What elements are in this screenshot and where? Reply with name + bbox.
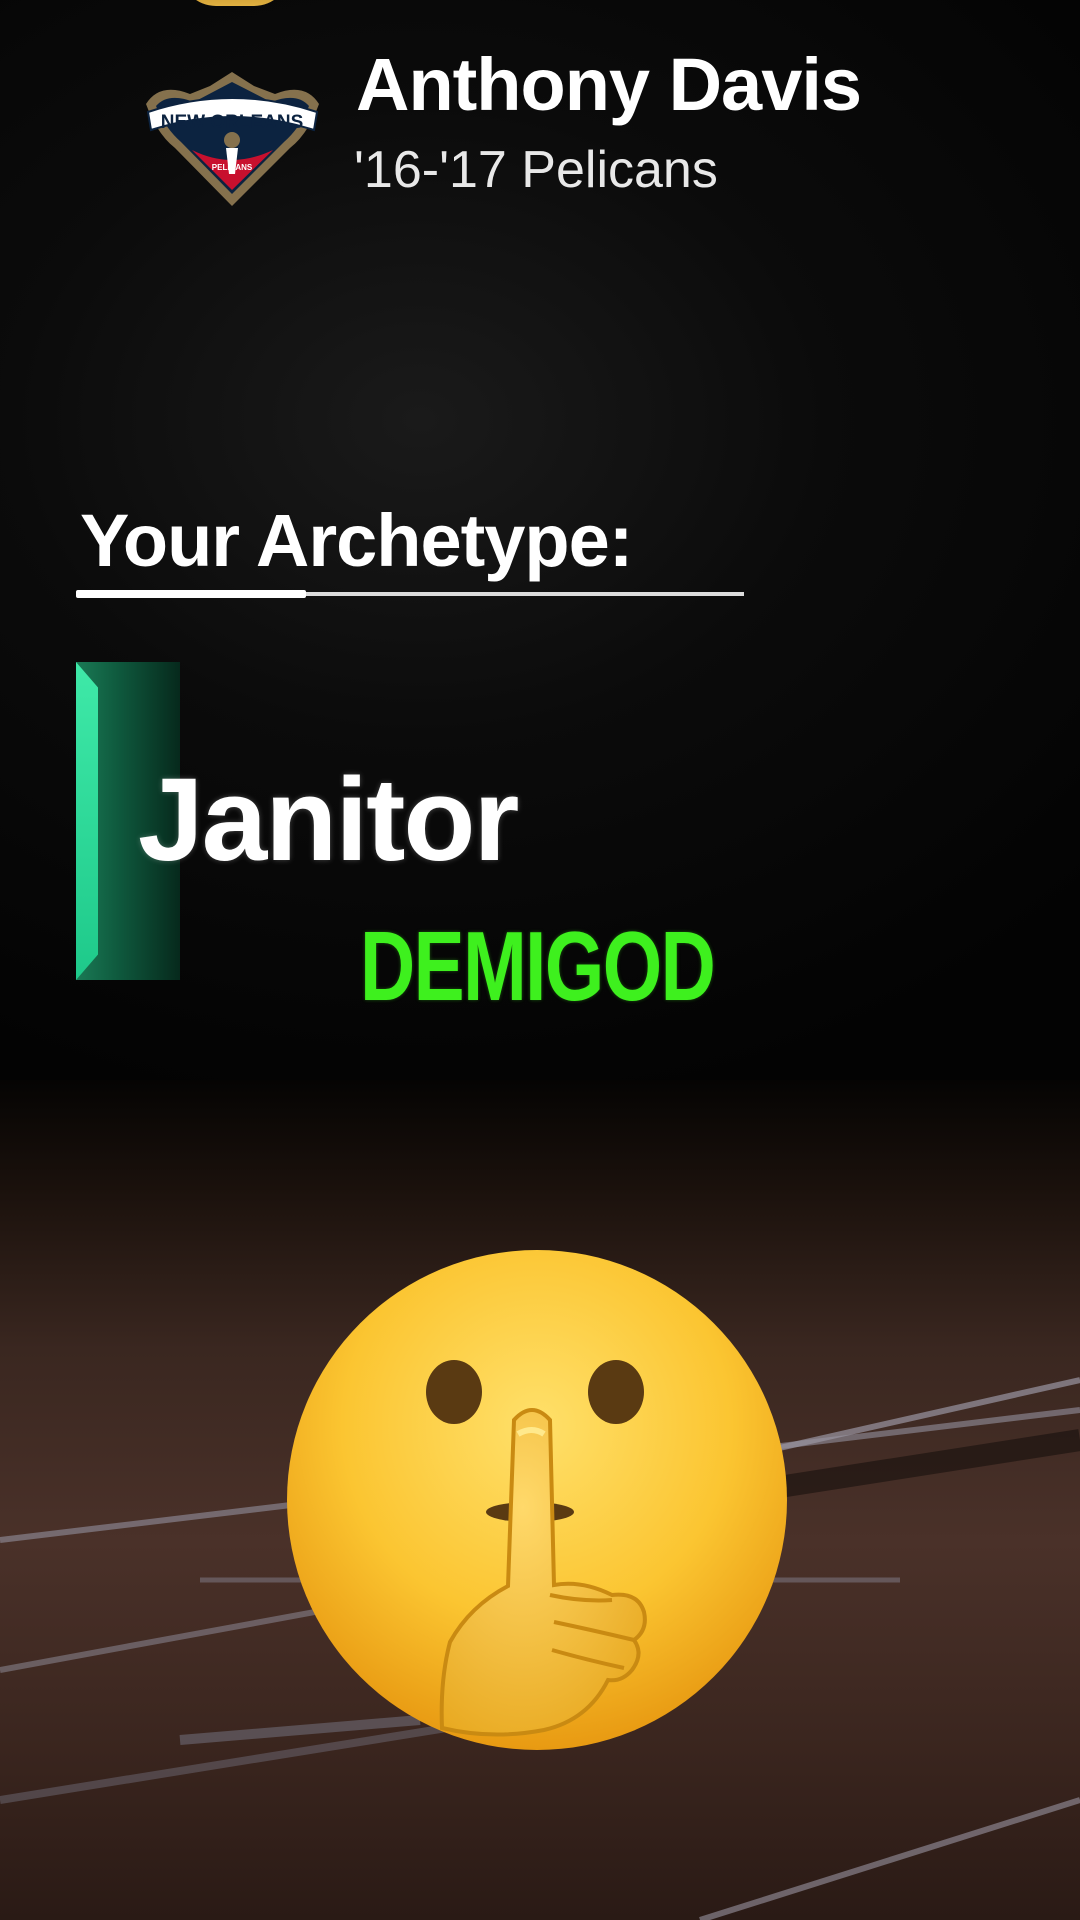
archetype-name: Janitor	[138, 754, 519, 886]
heading-underline-accent	[76, 590, 306, 598]
partial-badge-icon	[180, 0, 290, 6]
archetype-bar-accent	[76, 662, 98, 980]
archetype-reveal-screen: NEW ORLEANS PELICANS Anthony Davis '16-'…	[0, 0, 1080, 1920]
player-season: '16-'17 Pelicans	[354, 141, 718, 199]
player-name: Anthony Davis	[356, 43, 862, 126]
pelicans-logo-icon: NEW ORLEANS PELICANS	[146, 72, 319, 206]
svg-text:PELICANS: PELICANS	[212, 163, 253, 172]
shushing-face-emoji-icon	[287, 1250, 787, 1750]
archetype-heading: Your Archetype:	[80, 499, 633, 582]
logo-text: NEW ORLEANS	[161, 112, 304, 133]
rating-overlay-text: DEMIGOD	[360, 911, 716, 1021]
